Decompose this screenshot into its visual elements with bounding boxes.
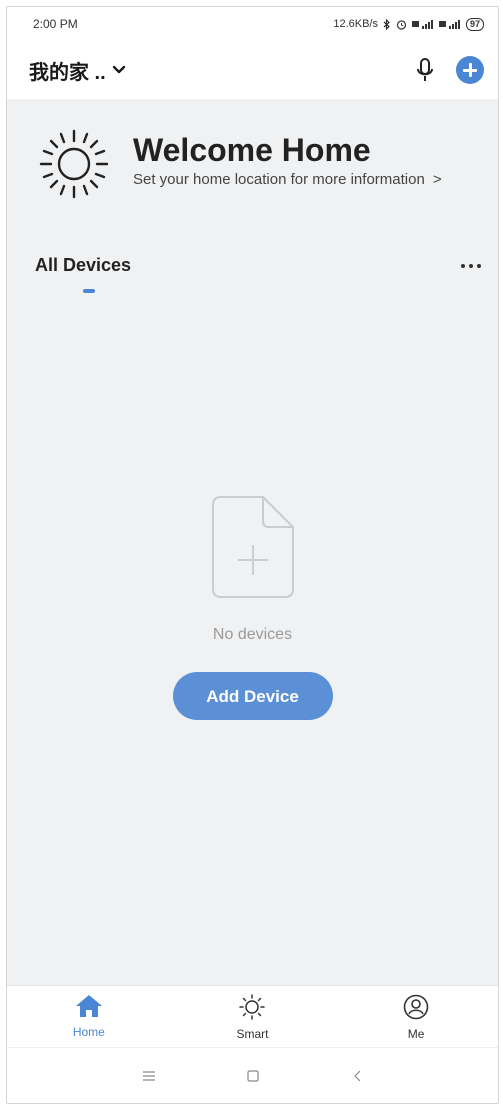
nav-item-me[interactable]: Me: [366, 986, 466, 1041]
nav-label-me: Me: [407, 1027, 425, 1041]
home-square-icon[interactable]: [245, 1068, 261, 1084]
phone-screen: 2:00 PM 12.6KB/s 97 我的家 .. Welcome Home …: [6, 6, 499, 1104]
sun-icon: [239, 994, 266, 1020]
app-header: 我的家 ..: [7, 41, 498, 99]
microphone-icon[interactable]: [416, 57, 434, 83]
welcome-banner[interactable]: Welcome Home Set your home location for …: [37, 127, 442, 201]
bluetooth-icon: [383, 18, 390, 30]
welcome-title: Welcome Home: [133, 132, 371, 168]
nav-item-home[interactable]: Home: [39, 986, 139, 1039]
tab-all-devices[interactable]: All Devices: [35, 255, 131, 276]
home-selector[interactable]: 我的家 ..: [29, 56, 126, 85]
add-device-button[interactable]: Add Device: [172, 672, 333, 720]
signal-icon-2: [438, 20, 460, 29]
welcome-subtitle[interactable]: Set your home location for more informat…: [133, 171, 442, 188]
empty-state-text: No devices: [212, 626, 293, 643]
add-circle-icon[interactable]: [456, 56, 484, 84]
bottom-nav: Home Smart Me: [7, 985, 498, 1048]
menu-icon[interactable]: [141, 1068, 157, 1084]
nav-label-smart: Smart: [236, 1027, 269, 1041]
welcome-text: Welcome Home Set your home location for …: [133, 131, 442, 188]
welcome-subtitle-text: Set your home location for more informat…: [133, 171, 425, 188]
more-options-icon[interactable]: [457, 260, 485, 272]
tab-indicator: [83, 289, 95, 293]
home-icon: [75, 995, 102, 1017]
main-content: Welcome Home Set your home location for …: [7, 99, 498, 985]
battery-icon: 97: [465, 17, 484, 31]
nav-item-smart[interactable]: Smart: [202, 986, 302, 1041]
chevron-right-icon: >: [432, 171, 442, 188]
chevron-down-icon: [112, 65, 125, 74]
status-time: 2:00 PM: [33, 17, 78, 31]
empty-device-icon: [211, 496, 294, 598]
system-nav-bar: [7, 1047, 498, 1103]
status-icons: 12.6KB/s 97: [333, 17, 484, 31]
network-speed: 12.6KB/s: [333, 18, 378, 30]
devices-header: All Devices: [35, 255, 485, 276]
nav-label-home: Home: [72, 1025, 105, 1039]
status-bar: 2:00 PM 12.6KB/s 97: [7, 7, 498, 41]
back-icon[interactable]: [349, 1068, 365, 1084]
user-icon: [403, 994, 429, 1020]
signal-icon-1: [411, 20, 433, 29]
empty-state: No devices Add Device: [7, 495, 498, 720]
header-actions: [416, 56, 484, 84]
alarm-icon: [396, 19, 407, 30]
sun-icon: [39, 129, 109, 199]
home-name: 我的家 ..: [29, 61, 106, 84]
